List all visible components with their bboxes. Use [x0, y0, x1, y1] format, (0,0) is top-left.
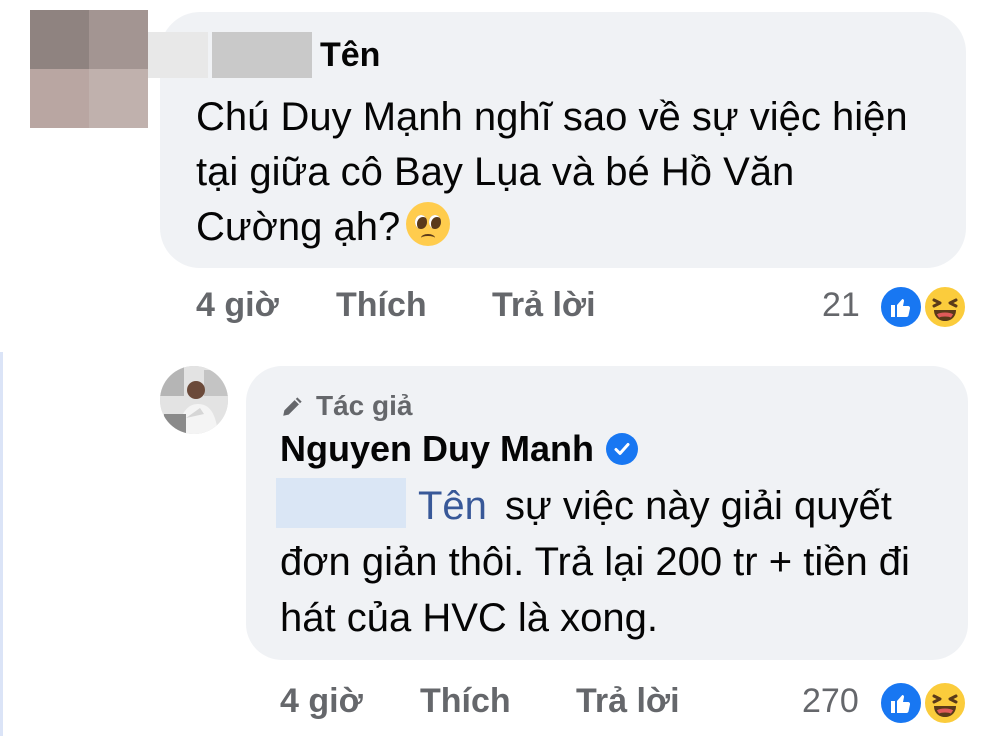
reply-reaction-count[interactable]: 270 — [802, 682, 859, 721]
reply-button[interactable]: Trả lời — [492, 286, 596, 325]
like-icon[interactable] — [878, 284, 924, 330]
author-badge-label: Tác giả — [316, 390, 413, 421]
author-avatar[interactable] — [160, 366, 228, 434]
like-button[interactable]: Thích — [336, 286, 427, 325]
comment-text: Chú Duy Mạnh nghĩ sao về sự việc hiện tạ… — [196, 95, 908, 249]
commenter-name[interactable]: Tên — [320, 36, 380, 75]
thread-line — [0, 352, 3, 736]
haha-icon[interactable] — [922, 284, 968, 330]
pencil-icon — [283, 397, 302, 416]
reply-author-name[interactable]: Nguyen Duy Manh — [280, 428, 594, 470]
name-redaction — [148, 32, 208, 78]
haha-icon[interactable] — [922, 680, 968, 726]
pleading-face-emoji-icon — [406, 202, 451, 246]
reply-author: Nguyen Duy Manh — [280, 428, 639, 470]
mention-link[interactable]: Tên — [418, 484, 487, 528]
like-icon[interactable] — [878, 680, 924, 726]
name-redaction — [212, 32, 312, 78]
reply-like-button[interactable]: Thích — [420, 682, 511, 721]
reply-time[interactable]: 4 giờ — [280, 682, 363, 721]
author-badge: Tác giả — [280, 390, 412, 422]
reply-text: Tên sự việc này giải quyết đơn giản thôi.… — [280, 484, 910, 640]
comment-time[interactable]: 4 giờ — [196, 286, 279, 325]
commenter-avatar-blurred[interactable] — [30, 10, 148, 128]
verified-badge-icon — [606, 433, 639, 465]
reaction-count[interactable]: 21 — [822, 286, 860, 325]
reply-reply-button[interactable]: Trả lời — [576, 682, 680, 721]
